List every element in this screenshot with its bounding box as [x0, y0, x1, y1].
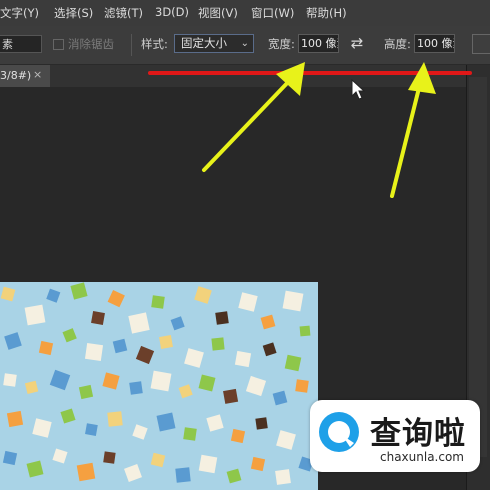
menu-view[interactable]: 视图(V) — [198, 5, 238, 21]
menu-3d[interactable]: 3D(D) — [155, 5, 189, 19]
swap-icon[interactable]: ⇄ — [348, 34, 366, 52]
magnifier-logo-icon — [319, 412, 359, 452]
refine-edge-button[interactable] — [472, 34, 490, 54]
document-tab[interactable]: 3/8#) × — [0, 65, 50, 87]
style-value: 固定大小 — [181, 36, 227, 50]
document-tab-label: 3/8#) — [0, 69, 32, 82]
menu-select[interactable]: 选择(S) — [54, 5, 93, 21]
options-divider — [131, 34, 132, 56]
watermark-title: 查询啦 — [370, 416, 466, 452]
height-label: 高度: — [384, 37, 411, 51]
style-label: 样式: — [141, 37, 168, 51]
pattern-squares — [0, 282, 314, 485]
feather-field[interactable]: 素 — [0, 35, 42, 53]
menu-window[interactable]: 窗口(W) — [251, 5, 294, 21]
height-input[interactable]: 100 像素 — [414, 34, 455, 53]
width-label: 宽度: — [268, 37, 295, 51]
chevron-down-icon: ⌄ — [240, 38, 249, 49]
close-icon[interactable]: × — [33, 68, 42, 81]
watermark-url: chaxunla.com — [380, 450, 464, 464]
menu-type[interactable]: 文字(Y) — [0, 5, 39, 21]
options-bar: 素 消除锯齿 样式: 固定大小 ⌄ 宽度: 100 像素 ⇄ 高度: 100 像… — [0, 26, 490, 65]
canvas-image — [0, 282, 318, 490]
menu-help[interactable]: 帮助(H) — [306, 5, 347, 21]
antialias-checkbox[interactable] — [53, 39, 64, 50]
width-input[interactable]: 100 像素 — [298, 34, 339, 53]
highlight-underline — [148, 71, 472, 75]
document-tab-bar: 3/8#) × — [0, 65, 466, 87]
confetti-pattern — [0, 282, 314, 485]
watermark-logo: 查询啦 chaxunla.com — [310, 400, 480, 472]
menu-bar: 文字(Y) 选择(S) 滤镜(T) 3D(D) 视图(V) 窗口(W) 帮助(H… — [0, 0, 490, 26]
style-dropdown[interactable]: 固定大小 ⌄ — [174, 34, 254, 53]
menu-filter[interactable]: 滤镜(T) — [104, 5, 143, 21]
antialias-label: 消除锯齿 — [68, 37, 114, 51]
